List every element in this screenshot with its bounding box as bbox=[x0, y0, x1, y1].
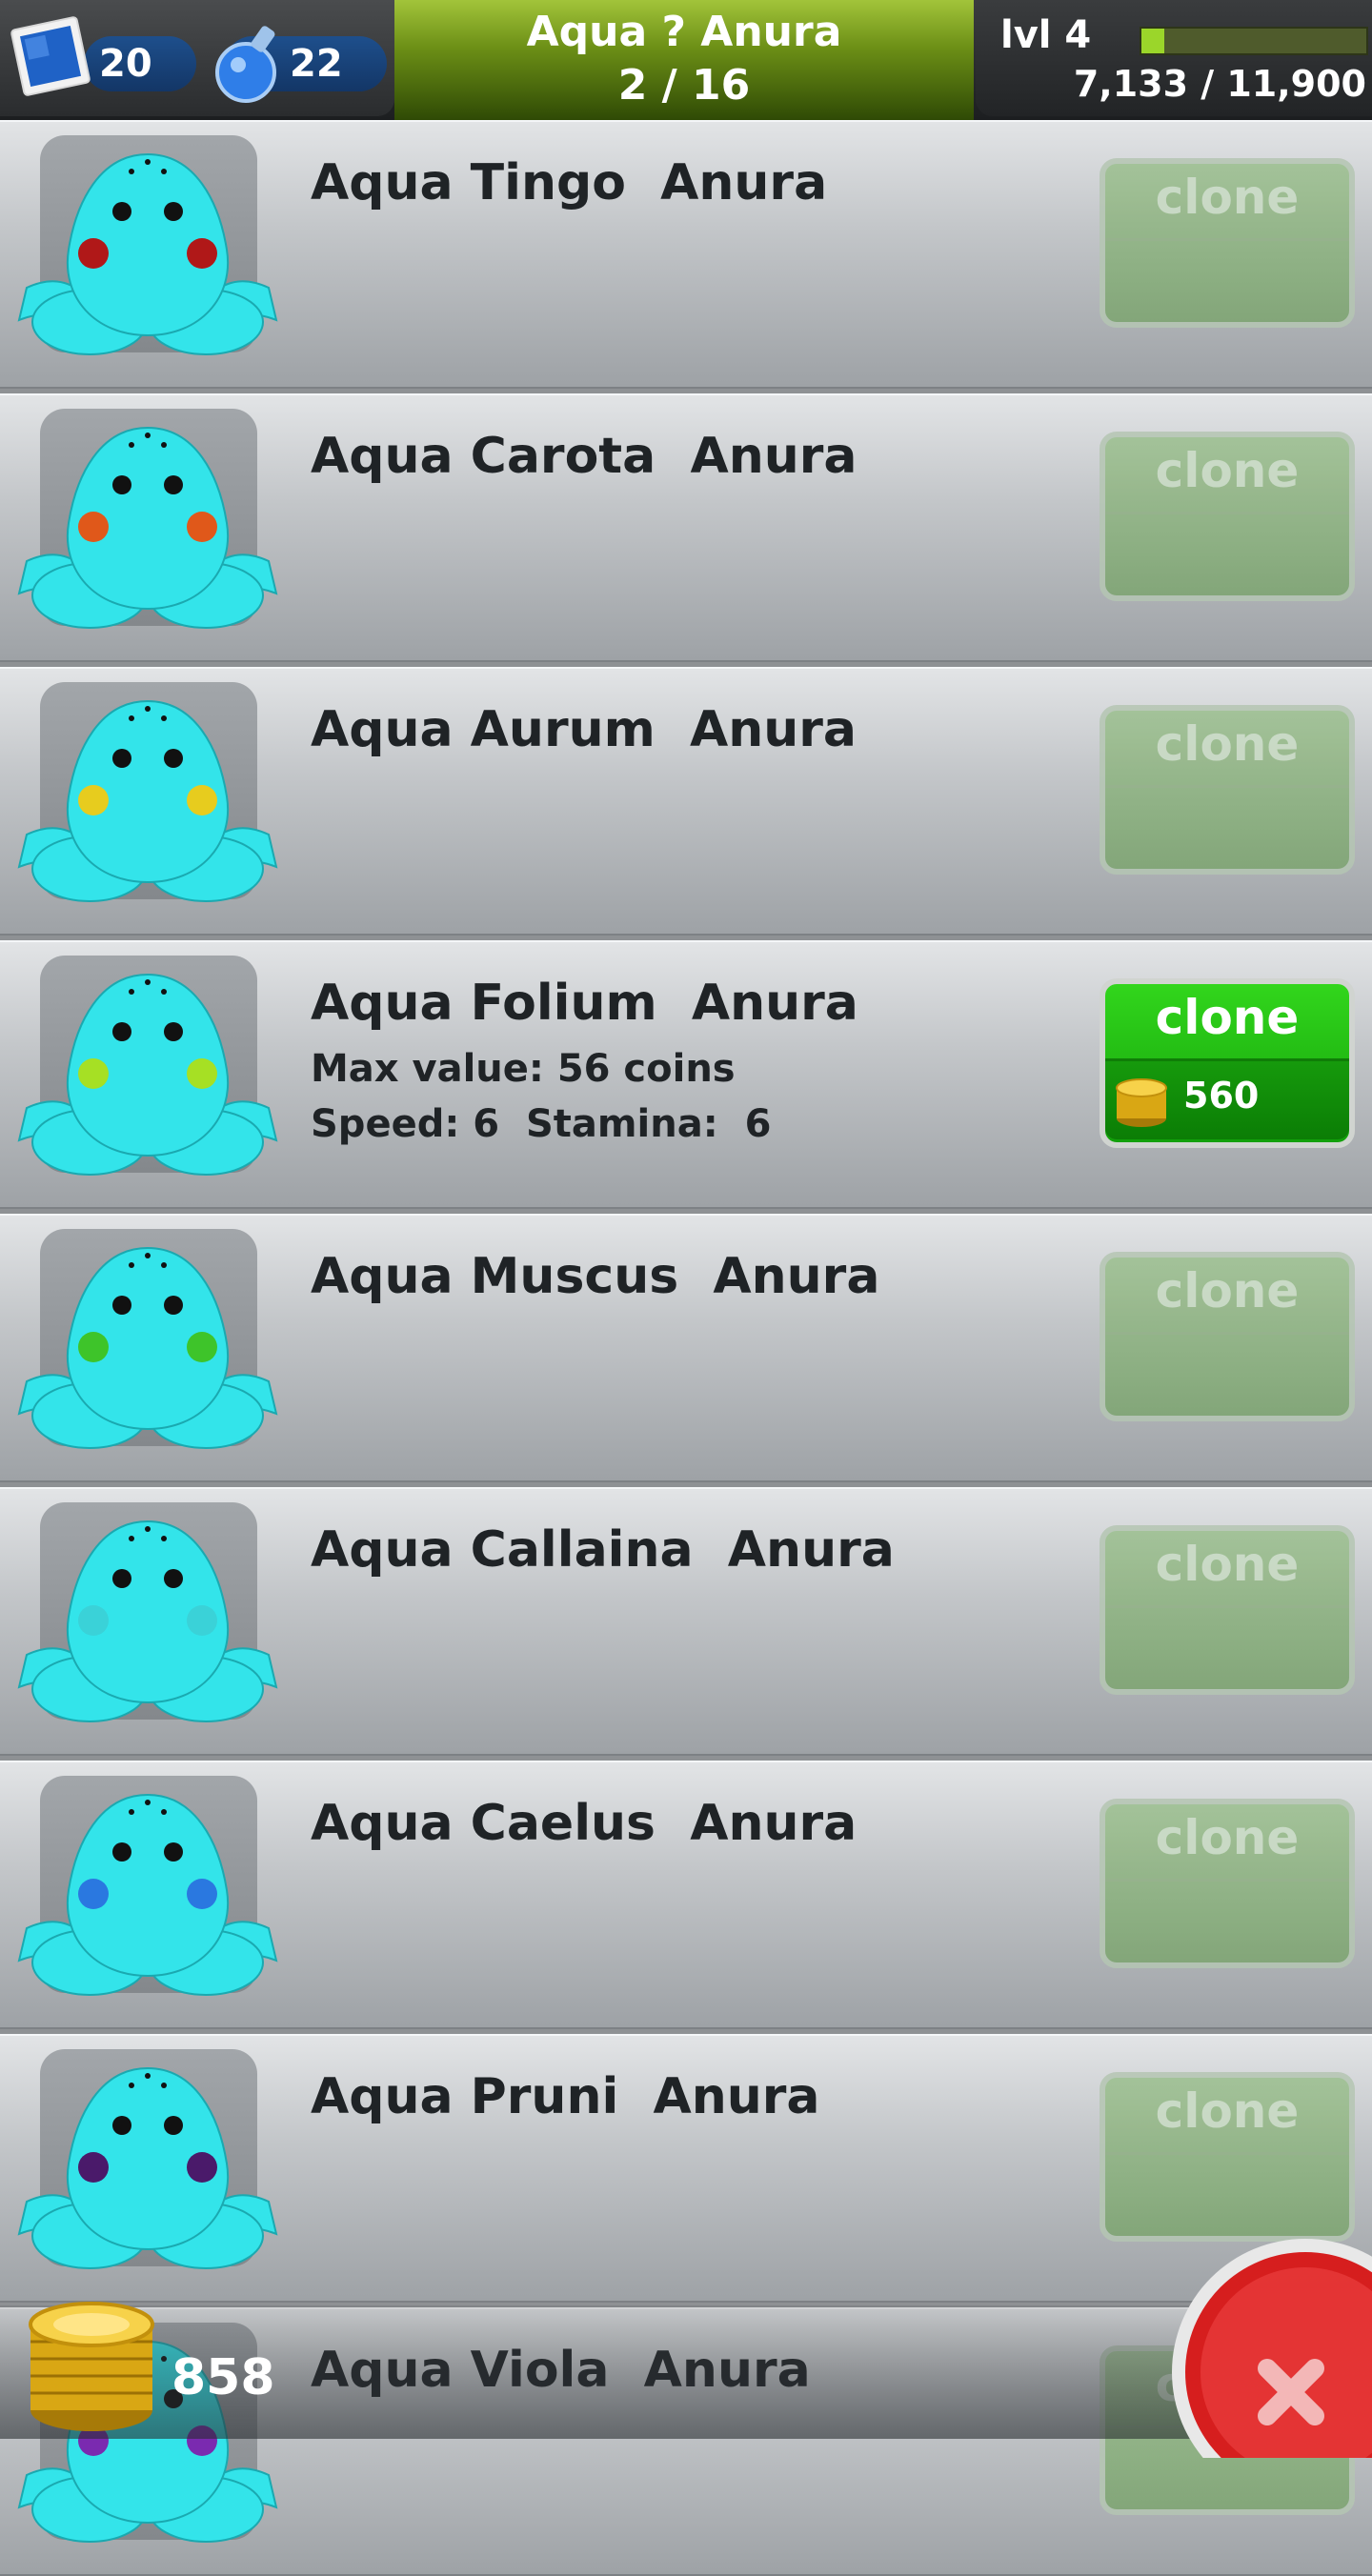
frog-row[interactable]: Aqua Caelus Anura clone bbox=[0, 1761, 1372, 2029]
frog-name: Aqua Muscus Anura bbox=[311, 1248, 880, 1305]
frog-row[interactable]: Aqua Callaina Anura clone bbox=[0, 1487, 1372, 1756]
frog-icon bbox=[17, 2066, 278, 2269]
clone-button[interactable]: clone bbox=[1100, 1252, 1355, 1421]
frog-name: Aqua Callaina Anura bbox=[311, 1521, 895, 1579]
clone-button[interactable]: clone bbox=[1100, 705, 1355, 875]
clone-price-area: 560 bbox=[1105, 1061, 1349, 1139]
frog-name: Aqua Folium Anura bbox=[311, 975, 858, 1032]
clone-label: clone bbox=[1105, 437, 1349, 514]
top-hud: 20 22 Aqua ? Anura 2 / 16 lvl 4 7,133 / … bbox=[0, 0, 1372, 120]
close-button[interactable] bbox=[1162, 2229, 1372, 2458]
frog-row[interactable]: Aqua Carota Anura clone bbox=[0, 393, 1372, 662]
frog-row[interactable]: Aqua Muscus Anura clone bbox=[0, 1214, 1372, 1482]
clone-price-area bbox=[1105, 1335, 1349, 1413]
frog-icon bbox=[17, 426, 278, 629]
species-title: Aqua ? Anura bbox=[526, 8, 842, 56]
level-label: lvl 4 bbox=[1000, 13, 1092, 57]
frog-icon bbox=[17, 973, 278, 1176]
frog-icon bbox=[17, 1246, 278, 1449]
frog-icon bbox=[17, 1519, 278, 1722]
xp-text: 7,133 / 11,900 bbox=[1073, 63, 1366, 105]
frog-name: Aqua Tingo Anura bbox=[311, 154, 828, 211]
clone-button[interactable]: clone bbox=[1100, 2072, 1355, 2242]
frog-row[interactable]: Aqua Aurum Anura clone bbox=[0, 667, 1372, 936]
collection-progress: 2 / 16 bbox=[617, 61, 751, 110]
coins-count: 858 bbox=[172, 2349, 275, 2406]
clone-label: clone bbox=[1105, 1531, 1349, 1608]
frog-icon bbox=[17, 1793, 278, 1996]
currency-panel: 20 22 bbox=[0, 0, 394, 116]
speed-stamina: Speed: 6 Stamina: 6 bbox=[311, 1102, 772, 1146]
clone-button[interactable]: clone bbox=[1100, 158, 1355, 328]
stamps-count: 20 bbox=[84, 36, 196, 91]
frog-row[interactable]: Aqua Tingo Anura clone bbox=[0, 120, 1372, 389]
frog-name: Aqua Carota Anura bbox=[311, 428, 858, 485]
clone-price-area bbox=[1105, 788, 1349, 866]
clone-button[interactable]: clone 560 bbox=[1100, 978, 1355, 1148]
max-value: Max value: 56 coins bbox=[311, 1047, 736, 1091]
frog-name: Aqua Aurum Anura bbox=[311, 701, 858, 758]
clone-label: clone bbox=[1105, 2078, 1349, 2155]
species-header: Aqua ? Anura 2 / 16 bbox=[394, 0, 974, 120]
clone-price-area bbox=[1105, 1882, 1349, 1960]
clone-button[interactable]: clone bbox=[1100, 1799, 1355, 1968]
clone-price-area bbox=[1105, 2155, 1349, 2233]
clone-label: clone bbox=[1105, 1258, 1349, 1335]
clone-price: 560 bbox=[1183, 1075, 1260, 1117]
frog-icon bbox=[17, 152, 278, 355]
frog-name: Aqua Caelus Anura bbox=[311, 1795, 858, 1852]
frog-icon bbox=[17, 699, 278, 902]
level-panel: lvl 4 7,133 / 11,900 bbox=[976, 0, 1372, 116]
coin-icon bbox=[1116, 1078, 1167, 1127]
clone-label: clone bbox=[1105, 984, 1349, 1061]
coin-stack-icon bbox=[29, 2302, 154, 2431]
frog-row[interactable]: Aqua Folium Anura Max value: 56 coins Spe… bbox=[0, 940, 1372, 1209]
frog-name: Aqua Pruni Anura bbox=[311, 2068, 820, 2125]
xp-bar bbox=[1140, 27, 1368, 55]
clone-price-area bbox=[1105, 514, 1349, 593]
clone-price-area bbox=[1105, 241, 1349, 319]
xp-bar-fill bbox=[1141, 29, 1164, 53]
clone-button[interactable]: clone bbox=[1100, 432, 1355, 601]
clone-price-area bbox=[1105, 1608, 1349, 1686]
stamp-icon bbox=[10, 16, 91, 96]
clone-label: clone bbox=[1105, 1804, 1349, 1882]
clone-label: clone bbox=[1105, 711, 1349, 788]
clone-label: clone bbox=[1105, 164, 1349, 241]
potion-icon bbox=[215, 26, 276, 103]
clone-button[interactable]: clone bbox=[1100, 1525, 1355, 1695]
